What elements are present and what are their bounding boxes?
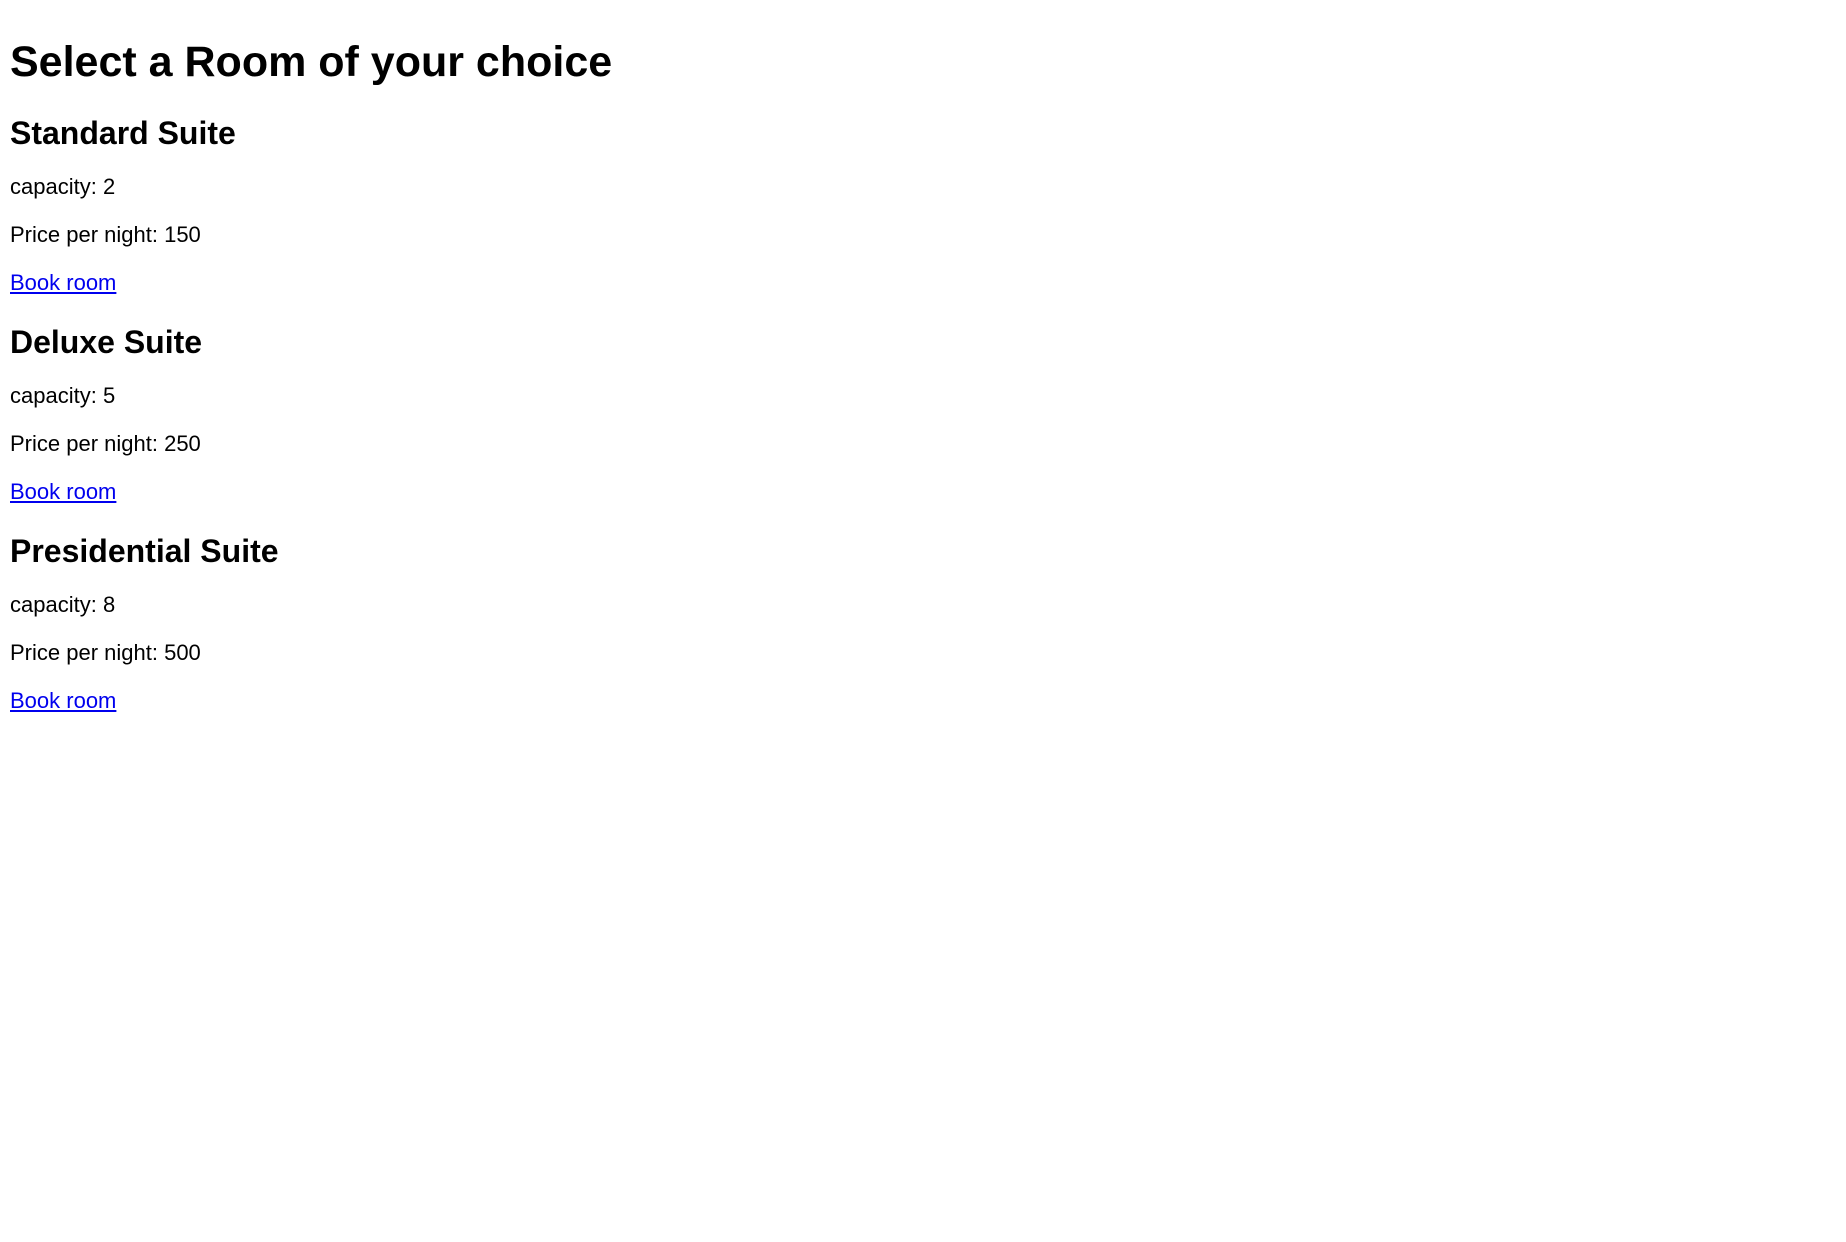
room-name: Presidential Suite [10, 533, 1836, 570]
room-capacity: capacity: 5 [10, 383, 1836, 409]
book-room-link[interactable]: Book room [10, 688, 116, 713]
capacity-value: 8 [103, 592, 115, 617]
capacity-label: capacity: [10, 174, 103, 199]
book-link-row: Book room [10, 479, 1836, 505]
price-value: 250 [164, 431, 201, 456]
book-room-link[interactable]: Book room [10, 479, 116, 504]
room-price: Price per night: 150 [10, 222, 1836, 248]
capacity-label: capacity: [10, 592, 103, 617]
book-room-link[interactable]: Book room [10, 270, 116, 295]
page-title: Select a Room of your choice [10, 38, 1836, 87]
price-label: Price per night: [10, 431, 164, 456]
room-card: Presidential Suite capacity: 8 Price per… [10, 533, 1836, 714]
room-name: Deluxe Suite [10, 324, 1836, 361]
book-link-row: Book room [10, 270, 1836, 296]
price-label: Price per night: [10, 640, 164, 665]
capacity-value: 2 [103, 174, 115, 199]
room-price: Price per night: 250 [10, 431, 1836, 457]
room-card: Deluxe Suite capacity: 5 Price per night… [10, 324, 1836, 505]
room-name: Standard Suite [10, 115, 1836, 152]
room-card: Standard Suite capacity: 2 Price per nig… [10, 115, 1836, 296]
price-value: 150 [164, 222, 201, 247]
room-capacity: capacity: 8 [10, 592, 1836, 618]
room-capacity: capacity: 2 [10, 174, 1836, 200]
capacity-value: 5 [103, 383, 115, 408]
price-label: Price per night: [10, 222, 164, 247]
price-value: 500 [164, 640, 201, 665]
room-price: Price per night: 500 [10, 640, 1836, 666]
capacity-label: capacity: [10, 383, 103, 408]
book-link-row: Book room [10, 688, 1836, 714]
